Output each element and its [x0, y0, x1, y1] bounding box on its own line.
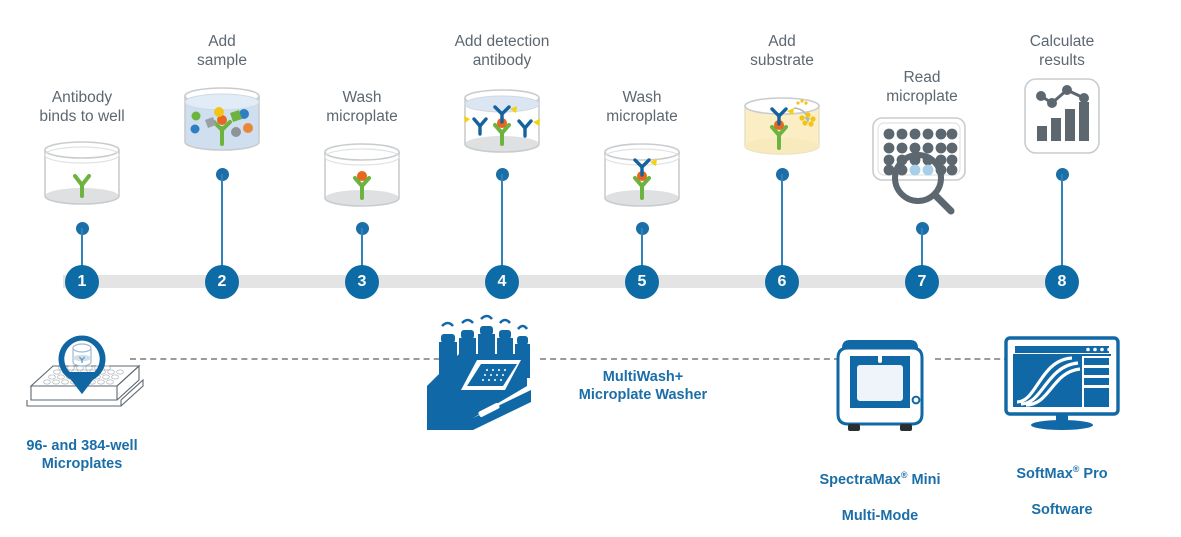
microplate-pin-icon: [0, 330, 212, 431]
timeline-node-6[interactable]: 6: [765, 265, 799, 299]
well-with-sandwich-complex-icon: [596, 140, 688, 225]
spectramax-line1: SpectraMax® Mini: [819, 470, 941, 488]
product-softmax-label: SoftMax® Pro Software: [932, 447, 1181, 519]
microplate-washer-icon: [415, 314, 545, 441]
timeline-node-7[interactable]: 7: [905, 265, 939, 299]
step-6-connector-line: [781, 174, 783, 272]
elisa-workflow-diagram: Antibody binds to well Add sample Wash m…: [0, 0, 1181, 537]
results-chart-icon: [1022, 76, 1102, 161]
softmax-line2: Software: [1031, 502, 1093, 518]
timeline-node-5[interactable]: 5: [625, 265, 659, 299]
step-8-label: Calculate results: [1029, 33, 1095, 69]
software-monitor-icon: [932, 334, 1181, 439]
timeline-node-2[interactable]: 2: [205, 265, 239, 299]
product-softmax-software[interactable]: SoftMax® Pro Software: [932, 334, 1181, 519]
timeline-node-4[interactable]: 4: [485, 265, 519, 299]
step-8-connector-line: [1061, 174, 1063, 272]
product-microplates[interactable]: 96- and 384-well Microplates: [0, 330, 212, 473]
well-with-detection-antibodies-icon: [456, 86, 548, 171]
step-2-connector-line: [221, 174, 223, 272]
timeline-node-3[interactable]: 3: [345, 265, 379, 299]
timeline-node-1[interactable]: 1: [65, 265, 99, 299]
softmax-line1: SoftMax® Pro: [1016, 464, 1108, 482]
well-with-substrate-icon: [736, 94, 828, 173]
spectramax-line2: Multi-Mode: [841, 508, 919, 524]
timeline-node-8[interactable]: 8: [1045, 265, 1079, 299]
well-with-antigen-bound-icon: [316, 140, 408, 225]
well-with-sample-icon: [176, 84, 268, 169]
step-4-connector-line: [501, 174, 503, 272]
microplate-magnifier-icon: [867, 112, 977, 227]
empty-well-with-capture-antibody-icon: [36, 138, 128, 223]
product-microplates-label: 96- and 384-well Microplates: [26, 438, 138, 472]
